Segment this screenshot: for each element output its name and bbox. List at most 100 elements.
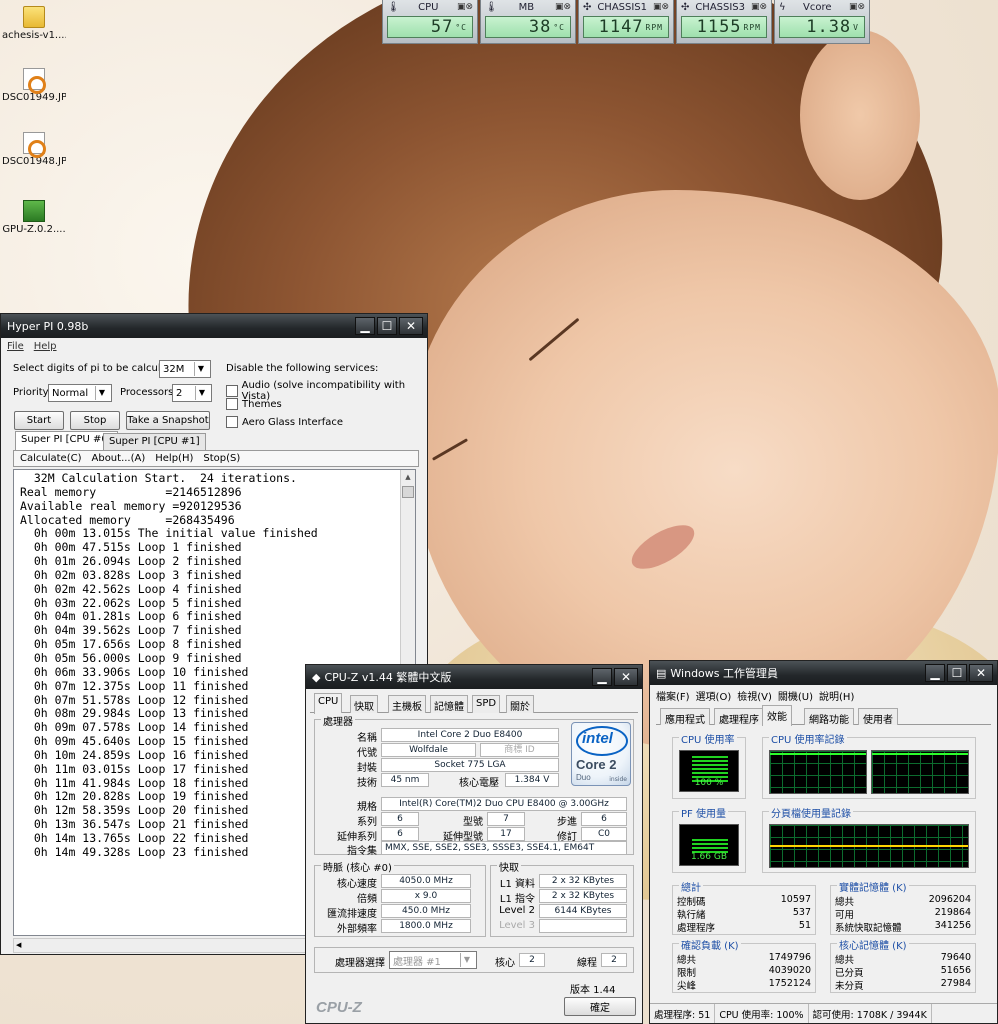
- stop-button[interactable]: Stop: [70, 411, 120, 430]
- cpu-history-graph-core1: [871, 750, 969, 794]
- tab-networking[interactable]: 網路功能: [804, 708, 854, 726]
- gadget-controls-icon[interactable]: ▣⊗: [849, 2, 865, 13]
- scroll-up-icon[interactable]: ▲: [401, 470, 415, 485]
- pf-usage-group: PF 使用量 1.66 GB: [672, 805, 746, 873]
- sensor-chassis3[interactable]: ✣ CHASSIS3 ▣⊗ 1155 RPM: [676, 0, 772, 44]
- tab-about[interactable]: 關於: [506, 695, 534, 713]
- tab-mainboard[interactable]: 主機板: [388, 695, 426, 713]
- priority-label: Priority:: [13, 387, 52, 398]
- desktop-icon-jpg[interactable]: DSC01949.JPG: [2, 68, 66, 103]
- sensor-value: 38: [528, 17, 552, 37]
- digits-select[interactable]: 32M ▼: [159, 360, 211, 378]
- hyperpi-titlebar[interactable]: Hyper PI 0.98b ▁ ☐ ✕: [1, 314, 427, 338]
- stat-value: 2096204: [928, 894, 971, 905]
- sensor-value: 1155: [696, 17, 742, 37]
- tab-processes[interactable]: 處理程序: [714, 708, 764, 726]
- stat-row: 限制 4039020: [677, 965, 811, 979]
- scroll-thumb[interactable]: [402, 486, 414, 498]
- checkbox-box[interactable]: [226, 398, 238, 410]
- checkbox-box[interactable]: [226, 385, 238, 397]
- start-button[interactable]: Start: [14, 411, 64, 430]
- gadget-controls-icon[interactable]: ▣⊗: [457, 2, 473, 13]
- field-label: 封裝: [357, 763, 377, 774]
- tab-applications[interactable]: 應用程式: [660, 708, 710, 726]
- minimize-button[interactable]: ▁: [592, 668, 612, 686]
- menu-file[interactable]: File: [7, 341, 24, 353]
- maximize-button[interactable]: ☐: [947, 664, 967, 682]
- menu-help[interactable]: Help: [34, 341, 57, 353]
- hyperpi-menubar: File Help: [1, 338, 427, 356]
- close-button[interactable]: ✕: [614, 668, 638, 686]
- scroll-left-icon[interactable]: ◀: [16, 941, 21, 949]
- tab-cache[interactable]: 快取: [350, 695, 378, 713]
- menu-calculate[interactable]: Calculate(C): [20, 453, 82, 464]
- tab-cpu[interactable]: CPU: [314, 693, 343, 714]
- ok-button[interactable]: 確定: [564, 997, 636, 1016]
- sensor-cpu[interactable]: 🌡 CPU ▣⊗ 57 °C: [382, 0, 478, 44]
- wallpaper-ear: [800, 30, 920, 200]
- task-manager-window: ▤ Windows 工作管理員 ▁ ☐ ✕ 檔案(F) 選項(O) 檢視(V) …: [649, 660, 998, 1024]
- processors-select[interactable]: 2 ▼: [172, 384, 212, 402]
- status-processes: 處理程序: 51: [650, 1004, 716, 1023]
- tab-performance[interactable]: 效能: [762, 705, 792, 726]
- sensor-unit: °C: [455, 22, 467, 32]
- desktop-icon-jpg[interactable]: DSC01948.JPG: [2, 132, 66, 167]
- menu-shutdown[interactable]: 關機(U): [778, 688, 813, 703]
- ext-family-value: 6: [381, 827, 419, 841]
- gadget-controls-icon[interactable]: ▣⊗: [653, 2, 669, 13]
- window-title: CPU-Z v1.44 繁體中文版: [324, 671, 452, 684]
- minimize-button[interactable]: ▁: [925, 664, 945, 682]
- field-label: 核心: [495, 958, 515, 969]
- desktop-icon-gpuz[interactable]: GPU-Z.0.2....: [2, 200, 66, 235]
- stat-value: 51656: [940, 965, 971, 976]
- model-value: 7: [487, 812, 525, 826]
- menu-stop[interactable]: Stop(S): [203, 453, 240, 464]
- processor-select[interactable]: 處理器 #1 ▼: [389, 951, 477, 969]
- sensor-mb[interactable]: 🌡 MB ▣⊗ 38 °C: [480, 0, 576, 44]
- stat-row: 處理程序 51: [677, 920, 811, 934]
- sensor-lcd: 57 °C: [387, 16, 473, 38]
- thermometer-icon: 🌡: [387, 2, 400, 13]
- themes-checkbox[interactable]: Themes: [226, 398, 282, 410]
- gadget-controls-icon[interactable]: ▣⊗: [555, 2, 571, 13]
- stat-value: 341256: [934, 920, 971, 931]
- field-label: 延伸系列: [337, 832, 377, 843]
- snapshot-button[interactable]: Take a Snapshot: [126, 411, 210, 430]
- desktop-icon-folder[interactable]: achesis-v1....: [2, 6, 66, 41]
- menu-help[interactable]: Help(H): [155, 453, 193, 464]
- cpuz-titlebar[interactable]: ◆ CPU-Z v1.44 繁體中文版 ▁ ✕: [306, 665, 642, 689]
- menu-help[interactable]: 說明(H): [819, 688, 854, 703]
- menu-options[interactable]: 選項(O): [696, 688, 732, 703]
- sensor-lcd: 1.38 V: [779, 16, 865, 38]
- sensor-value: 57: [430, 17, 454, 37]
- sensor-chassis1[interactable]: ✣ CHASSIS1 ▣⊗ 1147 RPM: [578, 0, 674, 44]
- sensor-value: 1147: [598, 17, 644, 37]
- field-label: 型號: [463, 817, 483, 828]
- logo-sub: Duo: [576, 773, 591, 782]
- close-button[interactable]: ✕: [399, 317, 423, 335]
- minimize-button[interactable]: ▁: [355, 317, 375, 335]
- sensor-vcore[interactable]: ϟ Vcore ▣⊗ 1.38 V: [774, 0, 870, 44]
- sensor-label: CPU: [418, 2, 439, 13]
- revision-value: C0: [581, 827, 627, 841]
- taskmgr-titlebar[interactable]: ▤ Windows 工作管理員 ▁ ☐ ✕: [650, 661, 997, 685]
- menu-view[interactable]: 檢視(V): [737, 688, 772, 703]
- group-title: 快取: [497, 859, 521, 874]
- tab-cpu1[interactable]: Super PI [CPU #1]: [103, 433, 206, 450]
- maximize-button[interactable]: ☐: [377, 317, 397, 335]
- tab-spd[interactable]: SPD: [472, 695, 501, 713]
- priority-select[interactable]: Normal ▼: [48, 384, 112, 402]
- tab-memory[interactable]: 記憶體: [430, 695, 468, 713]
- close-button[interactable]: ✕: [969, 664, 993, 682]
- checkbox-box[interactable]: [226, 416, 238, 428]
- tab-users[interactable]: 使用者: [858, 708, 898, 726]
- sensor-lcd: 1155 RPM: [681, 16, 767, 38]
- gadget-controls-icon[interactable]: ▣⊗: [751, 2, 767, 13]
- menu-file[interactable]: 檔案(F): [656, 688, 690, 703]
- group-title: 總計: [679, 879, 703, 894]
- ext-model-value: 17: [487, 827, 525, 841]
- aero-checkbox[interactable]: Aero Glass Interface: [226, 416, 343, 428]
- menu-about[interactable]: About...(A): [92, 453, 146, 464]
- field-label: 外部頻率: [337, 924, 377, 935]
- chevron-down-icon: ▼: [194, 362, 207, 376]
